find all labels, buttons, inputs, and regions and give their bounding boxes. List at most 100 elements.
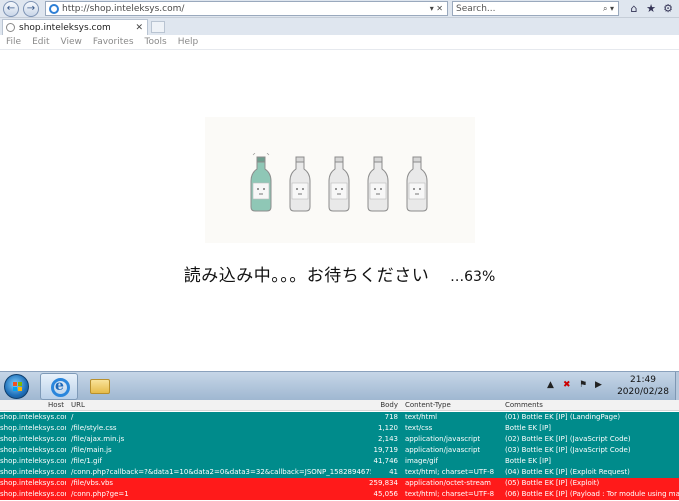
table-row[interactable]: shop.inteleksys.com/conn.php?ge=1 45,056 t… <box>0 489 679 500</box>
cell-content-type: application/javascript <box>405 446 481 454</box>
address-dropdown-close-controls[interactable]: ▾ ✕ <box>426 4 447 13</box>
cell-body: 718 <box>384 413 398 421</box>
cell-host: shop.inteleksys.com <box>0 490 66 498</box>
cell-comments: Bottle EK [IP] <box>505 457 552 465</box>
cell-url: /conn.php?ge=1 <box>71 490 129 498</box>
show-hidden-icons-icon[interactable]: ▲ <box>547 380 554 390</box>
cell-url: /conn.php?callback=?&data1=10&data2=0&da… <box>71 468 371 476</box>
menu-tools[interactable]: Tools <box>145 37 167 47</box>
menu-help[interactable]: Help <box>178 37 199 47</box>
table-row[interactable]: shop.inteleksys.com / 718 text/html (01) Bot… <box>0 412 679 423</box>
forward-arrow-icon: → <box>26 3 36 14</box>
bottle-idle <box>289 156 311 212</box>
bottle-idle <box>367 156 389 212</box>
home-icon[interactable]: ⌂ <box>627 1 641 16</box>
cell-comments: (04) Bottle EK [IP] (Exploit Request) <box>505 468 630 476</box>
loading-text: 読み込み中。。。お待ちください <box>183 266 430 286</box>
bottles-illustration <box>205 117 475 243</box>
close-icon[interactable]: ✕ <box>135 23 147 33</box>
page-favicon-icon <box>6 23 15 32</box>
show-desktop-button[interactable] <box>675 372 679 401</box>
cell-host: shop.inteleksys.com <box>0 424 66 432</box>
cell-comments: Bottle EK [IP] <box>505 424 552 432</box>
cell-url: /file/style.css <box>71 424 117 432</box>
cell-host: shop.inteleksys.com <box>0 435 66 443</box>
cell-url: /file/main.js <box>71 446 112 454</box>
cell-url: /file/vbs.vbs <box>71 479 114 487</box>
cell-body: 45,056 <box>373 490 399 498</box>
star-icon[interactable]: ★ <box>644 1 658 16</box>
menu-bar: File Edit View Favorites Tools Help <box>0 35 679 50</box>
taskbar-explorer[interactable] <box>80 373 118 400</box>
menu-favorites[interactable]: Favorites <box>93 37 134 47</box>
bottle-idle <box>406 156 428 212</box>
cell-content-type: image/gif <box>405 457 439 465</box>
table-row[interactable]: shop.inteleksys.com/conn.php?callback=?&… <box>0 467 679 478</box>
clock-date: 2020/02/28 <box>617 387 669 397</box>
windows-logo-icon <box>13 382 22 391</box>
volume-icon[interactable]: ▶ <box>595 380 602 390</box>
cell-comments: (03) Bottle EK [IP] (JavaScript Code) <box>505 446 631 454</box>
new-tab-button[interactable] <box>151 21 165 33</box>
menu-edit[interactable]: Edit <box>32 37 49 47</box>
page-content: 読み込み中。。。お待ちください …63% <box>0 51 679 371</box>
column-body[interactable]: Body <box>340 400 398 411</box>
cell-body: 259,834 <box>369 479 398 487</box>
url-text: http://shop.inteleksys.com/ <box>62 3 185 14</box>
table-row[interactable]: shop.inteleksys.com/file/main.js 19,719 ap… <box>0 445 679 456</box>
menu-file[interactable]: File <box>6 37 21 47</box>
menu-view[interactable]: View <box>61 37 82 47</box>
system-clock[interactable]: 21:49 2020/02/28 <box>612 374 674 398</box>
bottle-idle <box>328 156 350 212</box>
table-row[interactable]: shop.inteleksys.com/file/style.css 1,120 t… <box>0 423 679 434</box>
start-button[interactable] <box>4 374 29 399</box>
tab-row: shop.inteleksys.com ✕ <box>0 18 679 35</box>
tab-shop[interactable]: shop.inteleksys.com ✕ <box>2 19 148 35</box>
traffic-session-list: Host URL Body Content-Type Comments shop… <box>0 400 679 501</box>
cell-host: shop.inteleksys.com <box>0 457 66 465</box>
back-arrow-icon: ← <box>6 3 16 14</box>
column-url[interactable]: URL <box>71 400 371 411</box>
table-row[interactable]: shop.inteleksys.com/file/vbs.vbs 259,834 a… <box>0 478 679 489</box>
cell-host: shop.inteleksys.com <box>0 468 66 476</box>
cell-comments: (01) Bottle EK [IP] (LandingPage) <box>505 413 621 421</box>
cell-url: / <box>71 413 74 421</box>
cell-body: 41 <box>389 468 398 476</box>
table-row[interactable]: shop.inteleksys.com/file/1.gif 41,746 imag… <box>0 456 679 467</box>
forward-button[interactable]: → <box>23 1 39 17</box>
cell-comments: (06) Bottle EK [IP] (Payload : Tor modul… <box>505 490 679 498</box>
cell-host: shop.inteleksys.com <box>0 479 66 487</box>
search-input[interactable]: Search... ⌕ ▾ <box>452 1 619 16</box>
tab-label: shop.inteleksys.com <box>19 22 111 33</box>
loading-message: 読み込み中。。。お待ちください …63% <box>0 261 679 286</box>
clock-time: 21:49 <box>630 375 656 385</box>
cell-body: 1,120 <box>377 424 398 432</box>
address-input[interactable]: http://shop.inteleksys.com/ ▾ ✕ <box>45 1 448 16</box>
cell-content-type: application/octet-stream <box>405 479 491 487</box>
taskbar-internet-explorer[interactable]: e <box>40 373 78 400</box>
address-bar-row: ← → http://shop.inteleksys.com/ ▾ ✕ Sear… <box>0 0 679 18</box>
folder-icon <box>90 379 110 394</box>
network-icon[interactable]: ⚑ <box>579 380 587 390</box>
action-center-alert-icon[interactable]: ✖ <box>563 380 571 390</box>
cell-content-type: text/html; charset=UTF-8 <box>405 490 495 498</box>
column-content-type[interactable]: Content-Type <box>405 400 501 411</box>
cell-body: 19,719 <box>373 446 399 454</box>
column-host[interactable]: Host <box>0 400 66 411</box>
cell-comments: (05) Bottle EK [IP] (Exploit) <box>505 479 600 487</box>
back-button[interactable]: ← <box>3 1 19 17</box>
table-row[interactable]: shop.inteleksys.com/file/ajax.min.js 2,14… <box>0 434 679 445</box>
taskbar: e ▲ ✖ ⚑ ▶ 21:49 2020/02/28 <box>0 371 679 401</box>
cell-url: /file/ajax.min.js <box>71 435 125 443</box>
search-icon[interactable]: ⌕ ▾ <box>599 4 618 14</box>
cell-content-type: application/javascript <box>405 435 481 443</box>
column-comments[interactable]: Comments <box>505 400 679 411</box>
cell-url: /file/1.gif <box>71 457 102 465</box>
gear-icon[interactable]: ⚙ <box>661 1 675 16</box>
cell-content-type: text/html <box>405 413 438 421</box>
cell-body: 41,746 <box>373 457 399 465</box>
cell-comments: (02) Bottle EK [IP] (JavaScript Code) <box>505 435 631 443</box>
loading-percent: …63% <box>450 269 496 285</box>
search-placeholder: Search... <box>456 3 496 14</box>
bottle-active <box>250 153 272 212</box>
